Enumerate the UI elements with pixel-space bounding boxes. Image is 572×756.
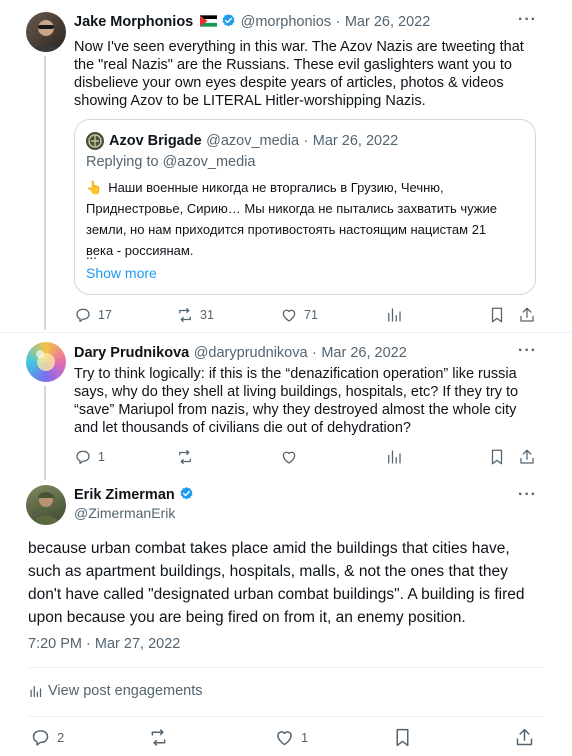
- repost-button[interactable]: [176, 446, 194, 468]
- view-engagements-link[interactable]: View post engagements: [28, 683, 203, 699]
- share-button[interactable]: [518, 304, 536, 326]
- like-icon: [282, 451, 296, 464]
- thread-connector: [44, 386, 46, 480]
- share-icon: [516, 728, 533, 745]
- divider: [28, 716, 544, 717]
- main-author: Erik Zimerman: [74, 486, 194, 504]
- avatar-photo-icon: [32, 20, 60, 52]
- reply-button[interactable]: 17: [74, 304, 112, 326]
- tweet-text: Now I've seen everything in this war. Th…: [74, 39, 524, 109]
- thread-connector: [44, 56, 46, 330]
- reply-icon: [76, 308, 90, 323]
- author-handle[interactable]: @ZimermanErik: [74, 505, 175, 521]
- views-icon: [30, 685, 42, 697]
- main-timestamp[interactable]: 7:20 PM · Mar 27, 2022: [28, 636, 180, 652]
- palestine-flag-icon: [199, 15, 217, 27]
- repost-button[interactable]: [148, 726, 169, 748]
- like-button[interactable]: [280, 446, 298, 468]
- show-more-link[interactable]: Show more: [86, 265, 157, 281]
- views-button[interactable]: [385, 446, 403, 468]
- verified-badge-icon: [180, 486, 193, 500]
- reply-count: 17: [98, 308, 112, 322]
- pointing-up-emoji-icon: 👆: [86, 180, 103, 195]
- meta-separator: ·: [303, 133, 309, 149]
- reply-button[interactable]: 1: [74, 446, 105, 468]
- reply-icon: [32, 729, 49, 746]
- avatar-jake[interactable]: [26, 12, 66, 52]
- author-handle[interactable]: @daryprudnikova: [194, 345, 308, 361]
- bookmark-button[interactable]: [488, 304, 506, 326]
- avatar-azov: [86, 132, 104, 150]
- tweet1-header: Jake Morphonios @morphonios · Mar 26, 20…: [74, 13, 430, 31]
- author-handle[interactable]: @morphonios: [241, 14, 331, 30]
- like-count: 71: [304, 308, 318, 322]
- quote-header: Azov Brigade @azov_media · Mar 26, 2022: [109, 132, 398, 150]
- more-icon[interactable]: ···: [518, 342, 537, 360]
- tweet-date[interactable]: Mar 26, 2022: [345, 14, 430, 30]
- like-button[interactable]: 1: [274, 726, 308, 748]
- bookmark-button[interactable]: [488, 446, 506, 468]
- replying-to: Replying to @azov_media: [86, 154, 256, 170]
- bookmark-icon: [491, 449, 503, 465]
- quote-ellipsis: ...: [86, 247, 97, 262]
- share-icon: [520, 307, 534, 322]
- divider: [28, 667, 544, 668]
- views-icon: [388, 450, 401, 464]
- repost-icon: [151, 728, 166, 746]
- bookmark-icon: [491, 307, 503, 323]
- quote-author-name: Azov Brigade: [109, 133, 202, 149]
- reply-count: 1: [98, 450, 105, 464]
- avatar-photo-icon: [30, 492, 62, 525]
- repost-button[interactable]: 31: [176, 304, 214, 326]
- quote-text: Наши военные никогда не вторгались в Гру…: [86, 180, 497, 258]
- reply-icon: [76, 450, 90, 465]
- reply-count: 2: [57, 729, 65, 745]
- author-name[interactable]: Dary Prudnikova: [74, 345, 189, 361]
- tweet2-header: Dary Prudnikova @daryprudnikova · Mar 26…: [74, 344, 407, 362]
- like-icon: [282, 309, 296, 322]
- avatar-erik[interactable]: [26, 485, 66, 525]
- repost-count: 31: [200, 308, 214, 322]
- share-button[interactable]: [514, 726, 535, 748]
- author-name[interactable]: Erik Zimerman: [74, 487, 175, 503]
- author-name[interactable]: Jake Morphonios: [74, 14, 193, 30]
- more-icon[interactable]: ···: [518, 486, 537, 504]
- repost-icon: [179, 307, 191, 323]
- main-actions: 2 1: [30, 726, 542, 750]
- like-icon: [277, 730, 292, 745]
- share-icon: [520, 449, 534, 464]
- verified-badge-icon: [222, 13, 235, 27]
- share-button[interactable]: [518, 446, 536, 468]
- tweet1-actions: 17 31 71: [74, 304, 544, 328]
- meta-separator: ·: [335, 14, 341, 30]
- tweet2-actions: 1: [74, 446, 544, 470]
- azov-logo-icon: [88, 134, 102, 148]
- quote-text-block: 👆 Наши военные никогда не вторгались в Гр…: [86, 177, 516, 261]
- views-button[interactable]: [385, 304, 403, 326]
- avatar-dary[interactable]: [26, 342, 66, 382]
- tweet-date[interactable]: Mar 26, 2022: [321, 345, 406, 361]
- repost-icon: [179, 449, 191, 465]
- views-icon: [388, 308, 401, 322]
- more-icon[interactable]: ···: [518, 11, 537, 29]
- quoted-tweet-card[interactable]: Azov Brigade @azov_media · Mar 26, 2022 …: [74, 119, 536, 295]
- bookmark-icon: [396, 728, 409, 746]
- avatar-photo-icon: [36, 350, 55, 371]
- meta-separator: ·: [312, 345, 317, 361]
- engagements-label: View post engagements: [48, 683, 203, 699]
- like-count: 1: [301, 729, 309, 745]
- bookmark-button[interactable]: [392, 726, 413, 748]
- reply-button[interactable]: 2: [30, 726, 64, 748]
- quote-date: Mar 26, 2022: [312, 133, 399, 149]
- tweet-text: Try to think logically: if this is the “…: [74, 366, 519, 436]
- divider: [0, 332, 572, 333]
- quote-author-handle: @azov_media: [206, 133, 300, 149]
- like-button[interactable]: 71: [280, 304, 318, 326]
- main-tweet-text: because urban combat takes place amid th…: [28, 540, 525, 626]
